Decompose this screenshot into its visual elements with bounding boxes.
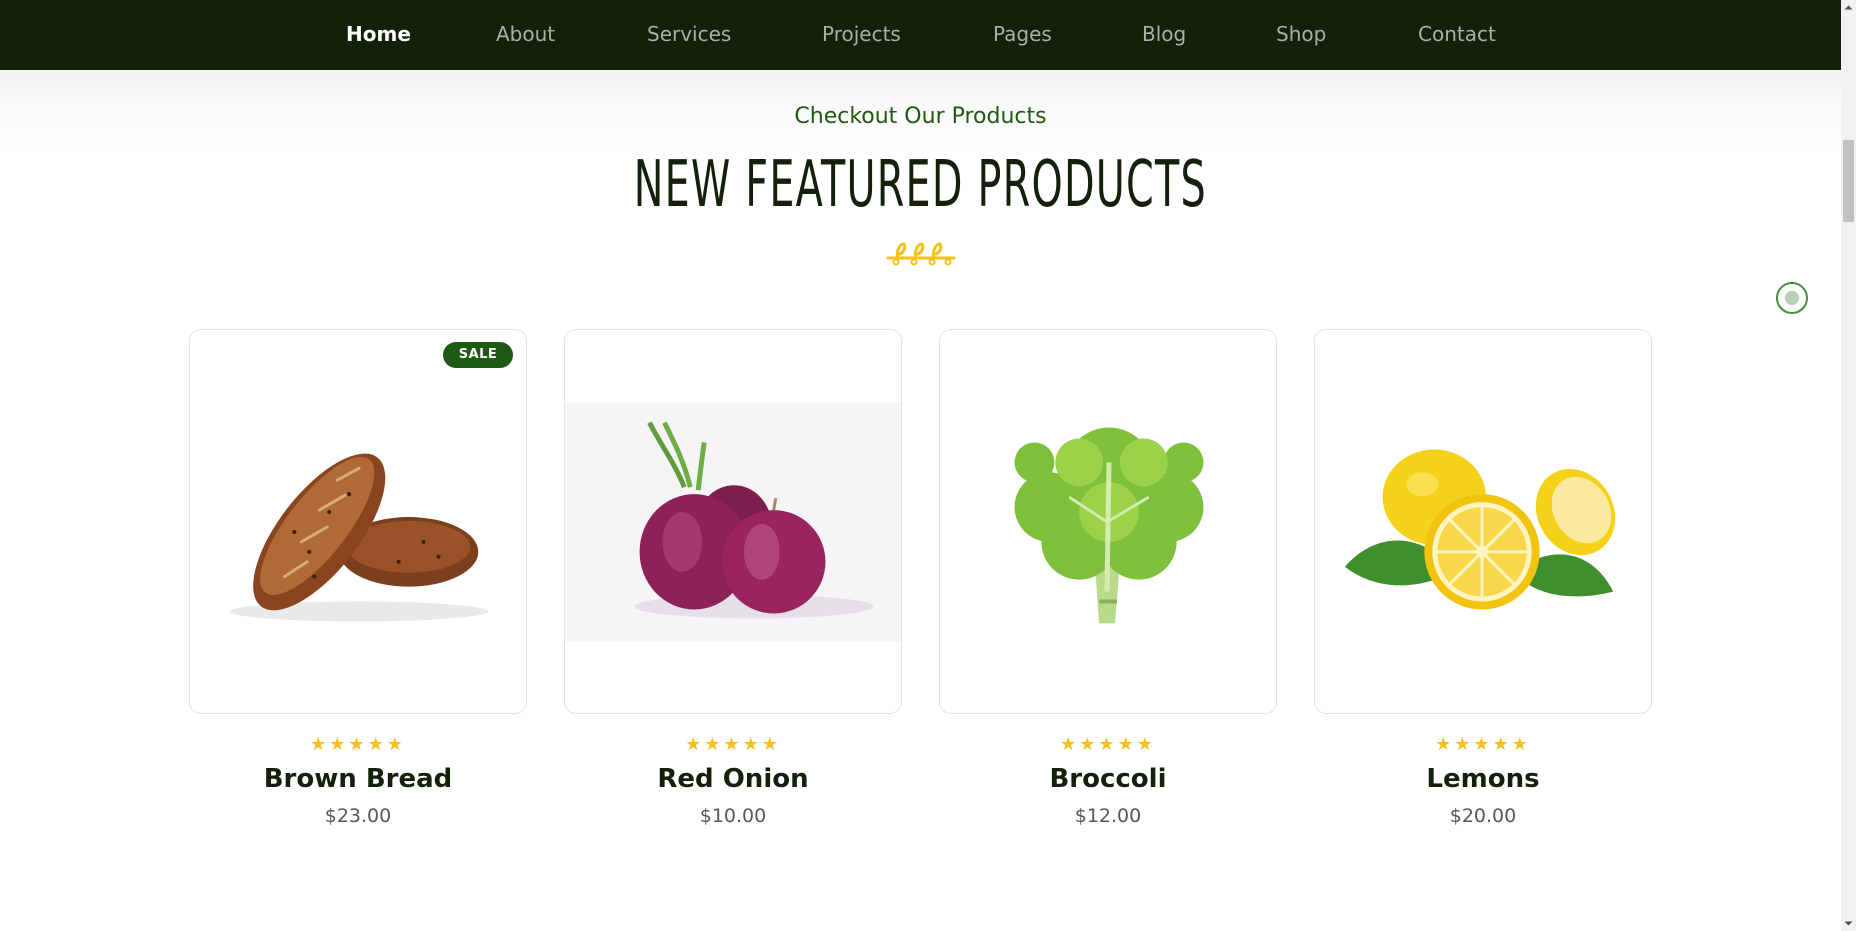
bread-image	[229, 453, 489, 622]
page-scrollbar[interactable]	[1841, 0, 1856, 931]
nav-pages[interactable]: Pages	[993, 0, 1052, 70]
nav-home[interactable]: Home	[346, 0, 411, 70]
rating-stars-brown-bread: ★★★★★	[310, 734, 406, 755]
product-card-broccoli[interactable]	[939, 329, 1277, 714]
nav-contact[interactable]: Contact	[1418, 0, 1496, 70]
scroll-up-arrow-icon[interactable]	[1841, 0, 1856, 15]
nav-blog[interactable]: Blog	[1142, 0, 1186, 70]
red-onion-image	[565, 402, 901, 642]
product-price: $12.00	[1074, 805, 1142, 827]
lettuce-image	[1014, 427, 1204, 624]
nav-about[interactable]: About	[496, 0, 555, 70]
scrollbar-thumb[interactable]	[1843, 140, 1854, 222]
product-card-lemons[interactable]	[1314, 329, 1652, 714]
floating-scroll-indicator[interactable]	[1776, 282, 1808, 314]
product-price: $10.00	[699, 805, 767, 827]
rating-stars-lemons: ★★★★★	[1435, 734, 1531, 755]
section-subtitle: Checkout Our Products	[794, 104, 1047, 129]
rating-stars-red-onion: ★★★★★	[685, 734, 781, 755]
product-name[interactable]: Lemons	[1314, 764, 1652, 794]
product-name[interactable]: Red Onion	[564, 764, 902, 794]
sale-badge: SALE	[443, 342, 513, 368]
product-card-brown-bread[interactable]: SALE	[189, 329, 527, 714]
scroll-down-arrow-icon[interactable]	[1841, 916, 1856, 931]
product-card-red-onion[interactable]	[564, 329, 902, 714]
product-name[interactable]: Brown Bread	[189, 764, 527, 794]
nav-services[interactable]: Services	[647, 0, 731, 70]
nav-shop[interactable]: Shop	[1276, 0, 1326, 70]
leaf-vine-ornament-icon	[886, 242, 956, 266]
lemons-image	[1344, 449, 1616, 610]
section-title: NEW FEATURED PRODUCTS	[633, 148, 1207, 222]
nav-projects[interactable]: Projects	[822, 0, 901, 70]
main-navbar: Home About Services Projects Pages Blog …	[0, 0, 1841, 70]
product-price: $20.00	[1449, 805, 1517, 827]
product-price: $23.00	[324, 805, 392, 827]
rating-stars-broccoli: ★★★★★	[1060, 734, 1156, 755]
product-name[interactable]: Broccoli	[939, 764, 1277, 794]
